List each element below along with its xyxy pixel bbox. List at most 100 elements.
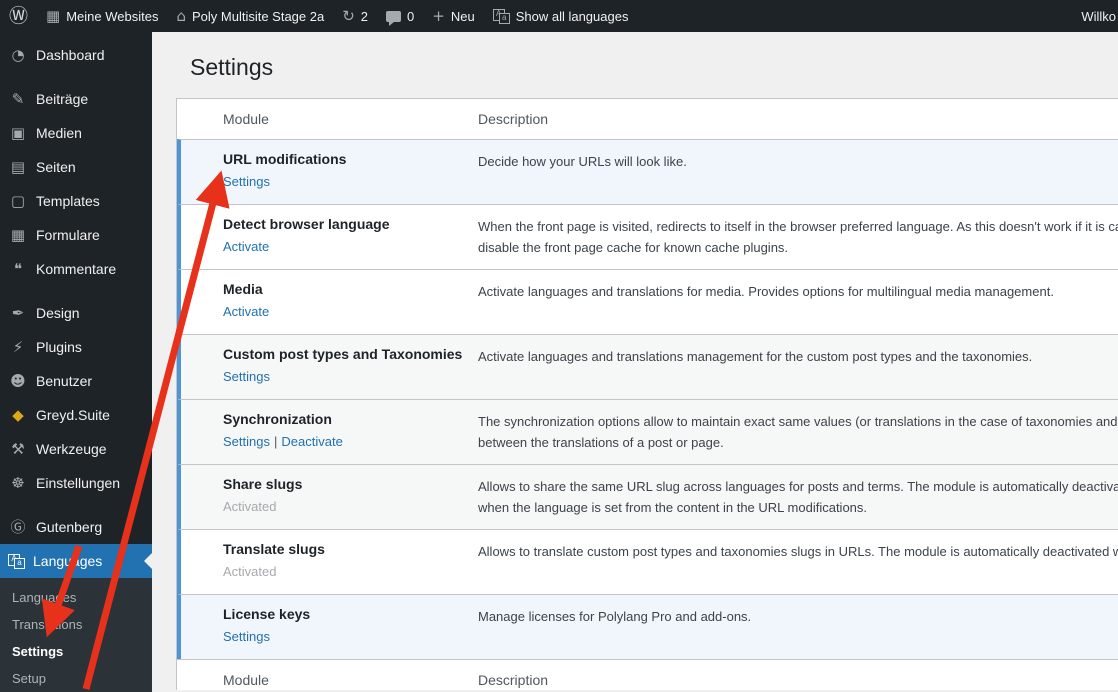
sidebar-item-templates[interactable]: ▢ Templates: [0, 184, 152, 218]
sidebar-item-languages[interactable]: Languages: [0, 544, 152, 578]
module-description: Activate languages and translations mana…: [478, 346, 1118, 399]
module-name: Media: [223, 281, 468, 297]
table-footer: Module Description: [177, 659, 1118, 690]
submenu-item-translations[interactable]: Translations: [0, 611, 152, 638]
languages-submenu: Languages Translations Settings Setup: [0, 578, 152, 692]
media-activate-link[interactable]: Activate: [223, 304, 269, 319]
table-header: Module Description: [177, 99, 1118, 139]
admin-sidebar: ◔ Dashboard ✎ Beiträge ▣ Medien ▤ Seiten…: [0, 32, 152, 690]
comments-icon: [386, 11, 401, 22]
appearance-icon: ✒: [8, 306, 28, 321]
sidebar-label: Languages: [33, 553, 102, 569]
column-footer-module: Module: [223, 672, 478, 688]
column-footer-description: Description: [478, 672, 548, 688]
sidebar-item-settings[interactable]: ☸ Einstellungen: [0, 466, 152, 500]
translation-icon: [8, 554, 25, 569]
sidebar-item-forms[interactable]: ▦ Formulare: [0, 218, 152, 252]
gutenberg-icon: Ⓖ: [8, 520, 28, 535]
module-name: Share slugs: [223, 476, 468, 492]
update-icon: ↻: [342, 9, 355, 24]
show-all-languages-menu[interactable]: Show all languages: [484, 0, 638, 32]
pages-icon: ▤: [8, 160, 28, 175]
sidebar-label: Gutenberg: [36, 519, 102, 535]
sidebar-label: Seiten: [36, 159, 76, 175]
submenu-item-languages[interactable]: Languages: [0, 584, 152, 611]
sidebar-item-tools[interactable]: ⚒ Werkzeuge: [0, 432, 152, 466]
tools-icon: ⚒: [8, 442, 28, 457]
sidebar-item-dashboard[interactable]: ◔ Dashboard: [0, 38, 152, 72]
admin-bar: Ⓦ ▦ Meine Websites ⌂ Poly Multisite Stag…: [0, 0, 1118, 32]
page-title: Settings: [190, 52, 1118, 82]
sidebar-item-posts[interactable]: ✎ Beiträge: [0, 82, 152, 116]
main-content: Settings Module Description URL modifica…: [152, 32, 1118, 690]
module-description: Manage licenses for Polylang Pro and add…: [478, 606, 1118, 659]
sidebar-item-gutenberg[interactable]: Ⓖ Gutenberg: [0, 510, 152, 544]
plugins-icon: ⚡: [8, 340, 28, 355]
sidebar-label: Werkzeuge: [36, 441, 107, 457]
submenu-item-setup[interactable]: Setup: [0, 665, 152, 692]
sidebar-label: Greyd.Suite: [36, 407, 110, 423]
sidebar-label: Beiträge: [36, 91, 88, 107]
site-name: Poly Multisite Stage 2a: [192, 9, 324, 24]
wordpress-logo-button[interactable]: Ⓦ: [0, 0, 37, 32]
module-name: Translate slugs: [223, 541, 468, 557]
sidebar-label: Einstellungen: [36, 475, 120, 491]
module-row-license-keys: License keys Settings Manage licenses fo…: [177, 594, 1118, 659]
comments-button[interactable]: 0: [377, 0, 423, 32]
sidebar-label: Medien: [36, 125, 82, 141]
module-name: License keys: [223, 606, 468, 622]
new-content-menu[interactable]: + Neu: [423, 0, 483, 32]
module-row-detect-browser-language: Detect browser language Activate When th…: [177, 204, 1118, 269]
modules-table: Module Description URL modifications Set…: [176, 98, 1118, 690]
updates-count: 2: [361, 9, 368, 24]
synchronization-deactivate-link[interactable]: Deactivate: [281, 434, 342, 449]
submenu-item-settings[interactable]: Settings: [0, 638, 152, 665]
module-row-synchronization: Synchronization Settings | Deactivate The …: [177, 399, 1118, 464]
module-name: URL modifications: [223, 151, 468, 167]
menu-separator: [0, 72, 152, 82]
sidebar-label: Benutzer: [36, 373, 92, 389]
synchronization-settings-link[interactable]: Settings: [223, 434, 270, 449]
sidebar-item-plugins[interactable]: ⚡ Plugins: [0, 330, 152, 364]
templates-icon: ▢: [8, 194, 28, 209]
module-name: Detect browser language: [223, 216, 468, 232]
media-icon: ▣: [8, 126, 28, 141]
howdy-menu[interactable]: Willko: [1073, 9, 1118, 24]
sidebar-item-pages[interactable]: ▤ Seiten: [0, 150, 152, 184]
module-description: Allows to share the same URL slug across…: [478, 476, 1118, 529]
custom-post-types-settings-link[interactable]: Settings: [223, 369, 270, 384]
sidebar-item-comments[interactable]: ❝ Kommentare: [0, 252, 152, 286]
greyd-suite-icon: ◆: [8, 408, 28, 423]
module-description: When the front page is visited, redirect…: [478, 216, 1118, 269]
license-keys-settings-link[interactable]: Settings: [223, 629, 270, 644]
sidebar-item-users[interactable]: ☻ Benutzer: [0, 364, 152, 398]
sidebar-label: Dashboard: [36, 47, 105, 63]
sidebar-label: Formulare: [36, 227, 100, 243]
column-header-module: Module: [223, 111, 478, 127]
module-row-share-slugs: Share slugs Activated Allows to share th…: [177, 464, 1118, 529]
sidebar-item-media[interactable]: ▣ Medien: [0, 116, 152, 150]
posts-icon: ✎: [8, 92, 28, 107]
sidebar-item-design[interactable]: ✒ Design: [0, 296, 152, 330]
sidebar-label: Templates: [36, 193, 100, 209]
module-description: The synchronization options allow to mai…: [478, 411, 1118, 464]
module-name: Custom post types and Taxonomies: [223, 346, 468, 362]
translate-slugs-activated-label: Activated: [223, 564, 276, 579]
plus-icon: +: [432, 9, 445, 24]
sidebar-item-greyd-suite[interactable]: ◆ Greyd.Suite: [0, 398, 152, 432]
actions-separator: |: [274, 434, 277, 449]
my-sites-menu[interactable]: ▦ Meine Websites: [37, 0, 167, 32]
show-all-languages-label: Show all languages: [516, 9, 629, 24]
current-site-menu[interactable]: ⌂ Poly Multisite Stage 2a: [167, 0, 333, 32]
updates-button[interactable]: ↻ 2: [333, 0, 377, 32]
url-modifications-settings-link[interactable]: Settings: [223, 174, 270, 189]
module-description: Activate languages and translations for …: [478, 281, 1118, 334]
dashboard-icon: ◔: [8, 48, 28, 63]
module-name: Synchronization: [223, 411, 468, 427]
comments-icon: ❝: [8, 262, 28, 277]
detect-browser-language-activate-link[interactable]: Activate: [223, 239, 269, 254]
column-header-description: Description: [478, 111, 548, 127]
module-row-custom-post-types: Custom post types and Taxonomies Setting…: [177, 334, 1118, 399]
share-slugs-activated-label: Activated: [223, 499, 276, 514]
translation-icon: [493, 9, 510, 24]
